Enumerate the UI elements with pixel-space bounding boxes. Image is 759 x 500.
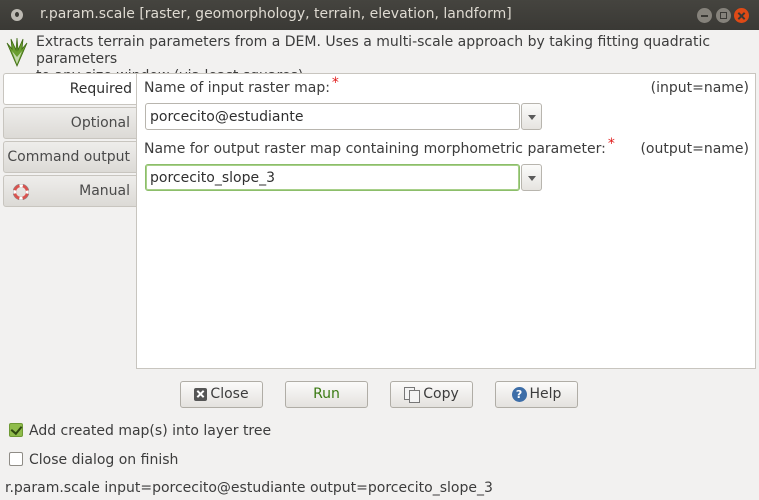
tab-label: Required — [69, 81, 132, 97]
tab-label: Manual — [79, 183, 130, 199]
tab-manual[interactable]: Manual — [3, 175, 137, 207]
minimize-button[interactable] — [697, 8, 712, 23]
input-map-dropdown-button[interactable] — [521, 103, 542, 130]
help-button[interactable]: ? Help — [495, 381, 578, 408]
tab-command-output[interactable]: Command output — [3, 141, 137, 173]
output-map-label: Name for output raster map containing mo… — [144, 136, 615, 157]
lifebuoy-icon — [13, 184, 29, 200]
chevron-down-icon — [528, 176, 536, 181]
close-button[interactable]: Close — [180, 381, 263, 408]
command-preview: r.param.scale input=porcecito@estudiante… — [5, 480, 493, 496]
tab-required[interactable]: Required — [3, 73, 138, 105]
input-map-label: Name of input raster map: * — [144, 75, 339, 96]
title-bar: r.param.scale [raster, geomorphology, te… — [0, 0, 759, 30]
maximize-button[interactable] — [716, 8, 731, 23]
tab-optional[interactable]: Optional — [3, 107, 137, 139]
window-title: r.param.scale [raster, geomorphology, te… — [40, 6, 512, 22]
copy-button[interactable]: Copy — [390, 381, 473, 408]
close-on-finish-option[interactable]: Close dialog on finish — [9, 452, 178, 468]
output-map-dropdown-button[interactable] — [521, 164, 542, 191]
copy-icon — [404, 386, 421, 403]
window-menu-icon[interactable] — [11, 9, 23, 21]
output-map-field[interactable] — [145, 164, 520, 191]
close-on-finish-checkbox[interactable] — [9, 452, 23, 466]
add-to-layer-tree-checkbox[interactable] — [9, 423, 23, 437]
required-panel: Name of input raster map: * (input=name) … — [136, 73, 756, 369]
chevron-down-icon — [528, 115, 536, 120]
add-to-layer-tree-option[interactable]: Add created map(s) into layer tree — [9, 423, 271, 439]
help-icon: ? — [511, 386, 527, 402]
required-mark: * — [331, 75, 339, 91]
close-window-button[interactable] — [734, 8, 749, 23]
tab-label: Optional — [70, 115, 130, 131]
output-param-key: (output=name) — [640, 141, 749, 157]
grass-logo-icon — [6, 37, 28, 67]
run-button[interactable]: Run — [285, 381, 368, 408]
tab-label: Command output — [7, 149, 130, 165]
input-param-key: (input=name) — [650, 80, 749, 96]
input-map-field[interactable] — [145, 103, 520, 130]
required-mark: * — [607, 136, 615, 152]
close-x-icon — [194, 387, 208, 401]
